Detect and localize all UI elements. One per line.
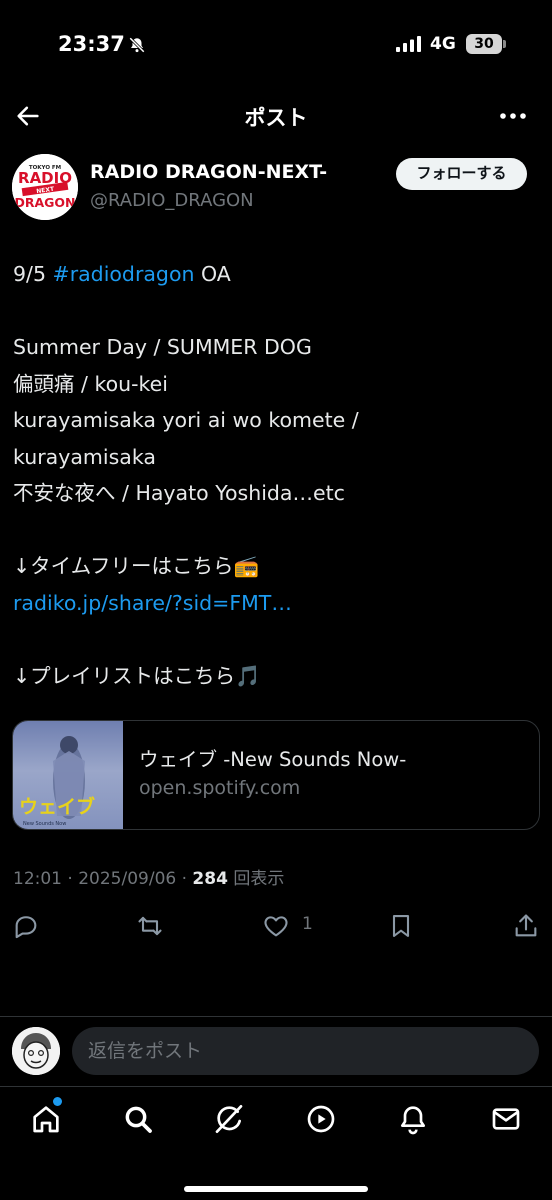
radio-dragon-logo-icon: TOKYO FM RADIO NEXT DRAGON [12, 154, 78, 220]
svg-text:ウェイブ: ウェイブ [19, 795, 95, 818]
tweet-text: 9/5 #radiodragon OA Summer Day / SUMMER … [13, 256, 543, 694]
action-bar: 1 [0, 906, 552, 946]
status-bar: 23:37 4G 30 [0, 0, 552, 92]
notifications-icon[interactable] [397, 1103, 429, 1135]
post-time[interactable]: 12:01 [13, 869, 62, 889]
notification-dot [53, 1097, 62, 1106]
bell-muted-icon [129, 37, 145, 53]
views-label: 回表示 [233, 869, 285, 889]
radiko-link[interactable]: radiko.jp/share/?sid=FMT… [13, 585, 543, 622]
author-display-name[interactable]: RADIO DRAGON-NEXT- [90, 161, 327, 183]
more-options-icon[interactable] [498, 102, 528, 130]
user-avatar[interactable] [12, 1027, 60, 1075]
bottom-nav [0, 1086, 552, 1200]
bookmark-icon[interactable] [387, 912, 415, 940]
search-icon[interactable] [122, 1103, 154, 1135]
album-art-icon: ウェイブ New Sounds Now [19, 736, 95, 827]
reply-input[interactable] [72, 1027, 539, 1075]
signal-icon [396, 36, 421, 52]
reply-icon[interactable] [12, 912, 40, 940]
repost-icon[interactable] [136, 912, 164, 940]
video-icon[interactable] [305, 1103, 337, 1135]
tweet-line-oa: 9/5 #radiodragon OA [13, 262, 231, 286]
song-line: 不安な夜へ / Hayato Yoshida…etc [13, 481, 345, 505]
follow-button[interactable]: フォローする [396, 158, 527, 190]
author-avatar[interactable]: TOKYO FM RADIO NEXT DRAGON [12, 154, 78, 220]
like-icon[interactable] [262, 912, 290, 940]
song-line: Summer Day / SUMMER DOG [13, 335, 312, 359]
card-domain: open.spotify.com [139, 777, 301, 799]
song-line: kurayamisaka yori ai wo komete / [13, 408, 359, 432]
author-handle[interactable]: @RADIO_DRAGON [90, 190, 254, 211]
post-header: ポスト [0, 92, 552, 140]
home-icon[interactable] [30, 1103, 62, 1135]
like-count: 1 [302, 914, 313, 934]
svg-text:DRAGON: DRAGON [14, 195, 75, 210]
svg-text:New Sounds Now: New Sounds Now [23, 821, 66, 827]
share-icon[interactable] [512, 912, 540, 940]
post-meta: 12:01 · 2025/09/06 · 284 回表示 [13, 869, 285, 889]
card-thumbnail: ウェイブ New Sounds Now [13, 721, 123, 829]
network-type: 4G [430, 34, 456, 54]
grok-icon[interactable] [213, 1103, 245, 1135]
card-title: ウェイブ -New Sounds Now- [139, 748, 407, 771]
status-time: 23:37 [58, 32, 125, 56]
post-date[interactable]: 2025/09/06 [78, 869, 176, 889]
battery-level: 30 [466, 34, 502, 54]
playlist-label: ↓プレイリストはこちら🎵 [13, 663, 261, 688]
battery-cap [503, 40, 506, 48]
timefree-label: ↓タイムフリーはこちら📻 [13, 554, 260, 578]
views-count[interactable]: 284 [192, 869, 228, 889]
cartoon-avatar-icon [12, 1027, 60, 1075]
messages-icon[interactable] [490, 1103, 522, 1135]
song-line: 偏頭痛 / kou-kei [13, 371, 168, 396]
hashtag-link[interactable]: #radiodragon [53, 262, 195, 286]
home-indicator [184, 1186, 368, 1192]
link-preview-card[interactable]: ウェイブ New Sounds Now ウェイブ -New Sounds Now… [12, 720, 540, 830]
song-line: kurayamisaka [13, 444, 156, 469]
page-title: ポスト [244, 106, 308, 130]
divider [0, 1016, 552, 1017]
